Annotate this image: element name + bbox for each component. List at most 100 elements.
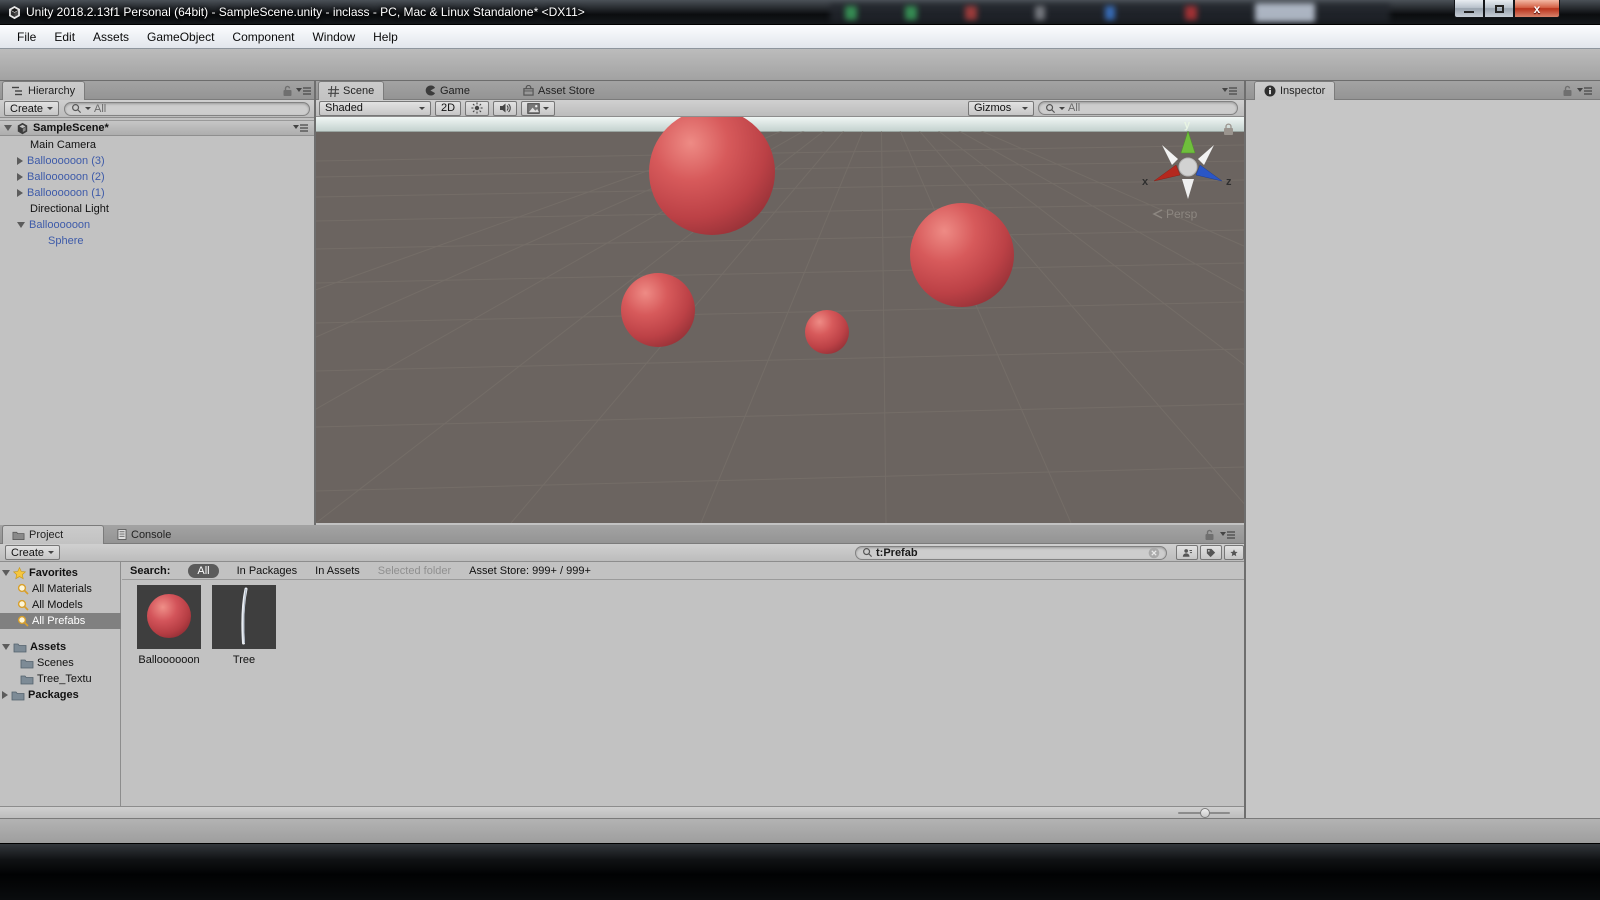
console-tab-label: Console — [131, 529, 171, 541]
scope-in-assets[interactable]: In Assets — [315, 565, 360, 577]
hierarchy-item-balloon-1[interactable]: Balloooooon (1) — [0, 185, 314, 201]
console-tab[interactable]: Console — [108, 525, 180, 544]
asset-label-tree[interactable]: Tree — [207, 654, 281, 666]
foldout-collapsed-icon[interactable] — [17, 173, 23, 181]
search-icon — [862, 547, 873, 558]
asset-thumbnail-balloon[interactable] — [137, 585, 201, 649]
lock-icon[interactable] — [1204, 529, 1215, 541]
2d-toggle-button[interactable]: 2D — [435, 101, 461, 116]
create-label: Create — [11, 547, 44, 559]
scene-lighting-button[interactable] — [465, 101, 489, 116]
menu-window[interactable]: Window — [303, 27, 364, 47]
scene-effects-dropdown[interactable] — [521, 101, 555, 116]
asset-thumbnail-tree[interactable] — [212, 585, 276, 649]
menu-assets[interactable]: Assets — [84, 27, 138, 47]
panel-menu-icon[interactable] — [293, 124, 308, 133]
gizmo-z-label: z — [1226, 176, 1232, 188]
thumbnail-zoom-slider[interactable] — [1178, 812, 1230, 814]
scope-selected-folder[interactable]: Selected folder — [378, 565, 451, 577]
asset-store-count[interactable]: Asset Store: 999+ / 999+ — [469, 565, 591, 577]
search-filter-icon — [17, 599, 29, 611]
persp-label[interactable]: Persp — [1166, 207, 1198, 221]
balloon-sphere-left[interactable] — [621, 273, 695, 347]
tree-item-assets[interactable]: Assets — [0, 639, 121, 655]
search-by-type-button[interactable] — [1176, 545, 1198, 560]
foldout-expanded-icon[interactable] — [2, 644, 10, 650]
scene-viewport[interactable]: y x z Persp — [316, 117, 1244, 523]
project-search-input[interactable]: t:Prefab — [855, 546, 1167, 560]
star-icon — [1230, 547, 1238, 559]
project-create-button[interactable]: Create — [5, 545, 60, 560]
scope-all[interactable]: All — [188, 564, 218, 578]
asset-store-tab[interactable]: Asset Store — [514, 81, 604, 100]
menu-component[interactable]: Component — [223, 27, 303, 47]
menu-file[interactable]: File — [8, 27, 45, 47]
clear-search-icon[interactable] — [1148, 547, 1160, 559]
game-tab[interactable]: Game — [416, 81, 479, 100]
scene-tab[interactable]: Scene — [318, 81, 384, 100]
foldout-expanded-icon[interactable] — [2, 570, 10, 576]
hierarchy-item-balloon-3[interactable]: Balloooooon (3) — [0, 153, 314, 169]
folder-icon — [20, 658, 34, 669]
maximize-button[interactable] — [1484, 0, 1514, 18]
scene-header-row[interactable]: SampleScene* — [0, 120, 314, 136]
balloon-sphere-small[interactable] — [805, 310, 849, 354]
hierarchy-item-sphere[interactable]: Sphere — [0, 233, 314, 249]
hierarchy-search-input[interactable]: All — [64, 102, 310, 116]
background-window-blur — [845, 6, 857, 20]
hierarchy-create-button[interactable]: Create — [4, 101, 59, 116]
project-tab[interactable]: Project — [2, 525, 104, 544]
search-by-label-button[interactable] — [1200, 545, 1222, 560]
minimize-button[interactable] — [1454, 0, 1484, 18]
menu-help[interactable]: Help — [364, 27, 407, 47]
scene-search-input[interactable]: All — [1038, 101, 1238, 115]
save-search-button[interactable] — [1224, 545, 1244, 560]
gizmos-label: Gizmos — [974, 102, 1011, 114]
shading-mode-dropdown[interactable]: Shaded — [319, 101, 431, 116]
tag-icon — [1206, 547, 1216, 559]
panel-menu-icon[interactable] — [1222, 87, 1237, 96]
panel-menu-icon[interactable] — [1577, 87, 1592, 96]
hierarchy-item-directional-light[interactable]: Directional Light — [0, 201, 314, 217]
tree-item-tree-textures[interactable]: Tree_Textu — [0, 671, 121, 687]
gizmo-center-cube[interactable] — [1179, 158, 1197, 176]
foldout-collapsed-icon[interactable] — [17, 157, 23, 165]
menu-gameobject[interactable]: GameObject — [138, 27, 223, 47]
balloon-sphere-right[interactable] — [910, 203, 1014, 307]
panel-menu-icon[interactable] — [1220, 531, 1235, 540]
folder-icon — [12, 530, 25, 541]
gizmos-dropdown[interactable]: Gizmos — [968, 101, 1034, 116]
menu-edit[interactable]: Edit — [45, 27, 84, 47]
title-bar: Unity 2018.2.13f1 Personal (64bit) - Sam… — [0, 0, 1600, 25]
foldout-collapsed-icon[interactable] — [2, 691, 8, 699]
hierarchy-item-balloon[interactable]: Balloooooon — [0, 217, 314, 233]
foldout-collapsed-icon[interactable] — [17, 189, 23, 197]
scene-grid-icon — [328, 86, 339, 97]
foldout-expanded-icon[interactable] — [17, 222, 25, 228]
panel-menu-icon[interactable] — [296, 87, 311, 96]
search-filter-icon — [17, 615, 29, 627]
tree-item-scenes[interactable]: Scenes — [0, 655, 121, 671]
close-button[interactable]: x — [1514, 0, 1560, 18]
hierarchy-item-balloon-2[interactable]: Balloooooon (2) — [0, 169, 314, 185]
lock-icon[interactable] — [282, 85, 293, 97]
lock-icon[interactable] — [1562, 85, 1573, 97]
scope-in-packages[interactable]: In Packages — [237, 565, 298, 577]
asset-label-balloon[interactable]: Balloooooon — [132, 654, 206, 666]
background-window-blur — [1035, 6, 1045, 20]
chevron-down-icon — [1022, 107, 1028, 110]
tree-item-favorites[interactable]: Favorites — [0, 565, 121, 581]
sun-icon — [471, 102, 483, 114]
hierarchy-item-main-camera[interactable]: Main Camera — [0, 137, 314, 153]
tree-item-all-materials[interactable]: All Materials — [0, 581, 121, 597]
inspector-tab[interactable]: Inspector — [1254, 81, 1335, 100]
slider-knob[interactable] — [1200, 808, 1210, 818]
tree-item-all-models[interactable]: All Models — [0, 597, 121, 613]
hierarchy-tab[interactable]: Hierarchy — [2, 81, 85, 100]
foldout-expanded-icon[interactable] — [4, 125, 12, 131]
tree-item-all-prefabs[interactable]: All Prefabs — [0, 613, 121, 629]
tree-item-packages[interactable]: Packages — [0, 687, 121, 703]
background-window-blur — [965, 6, 977, 20]
sphere-thumbnail-render — [137, 585, 201, 649]
scene-audio-button[interactable] — [493, 101, 517, 116]
